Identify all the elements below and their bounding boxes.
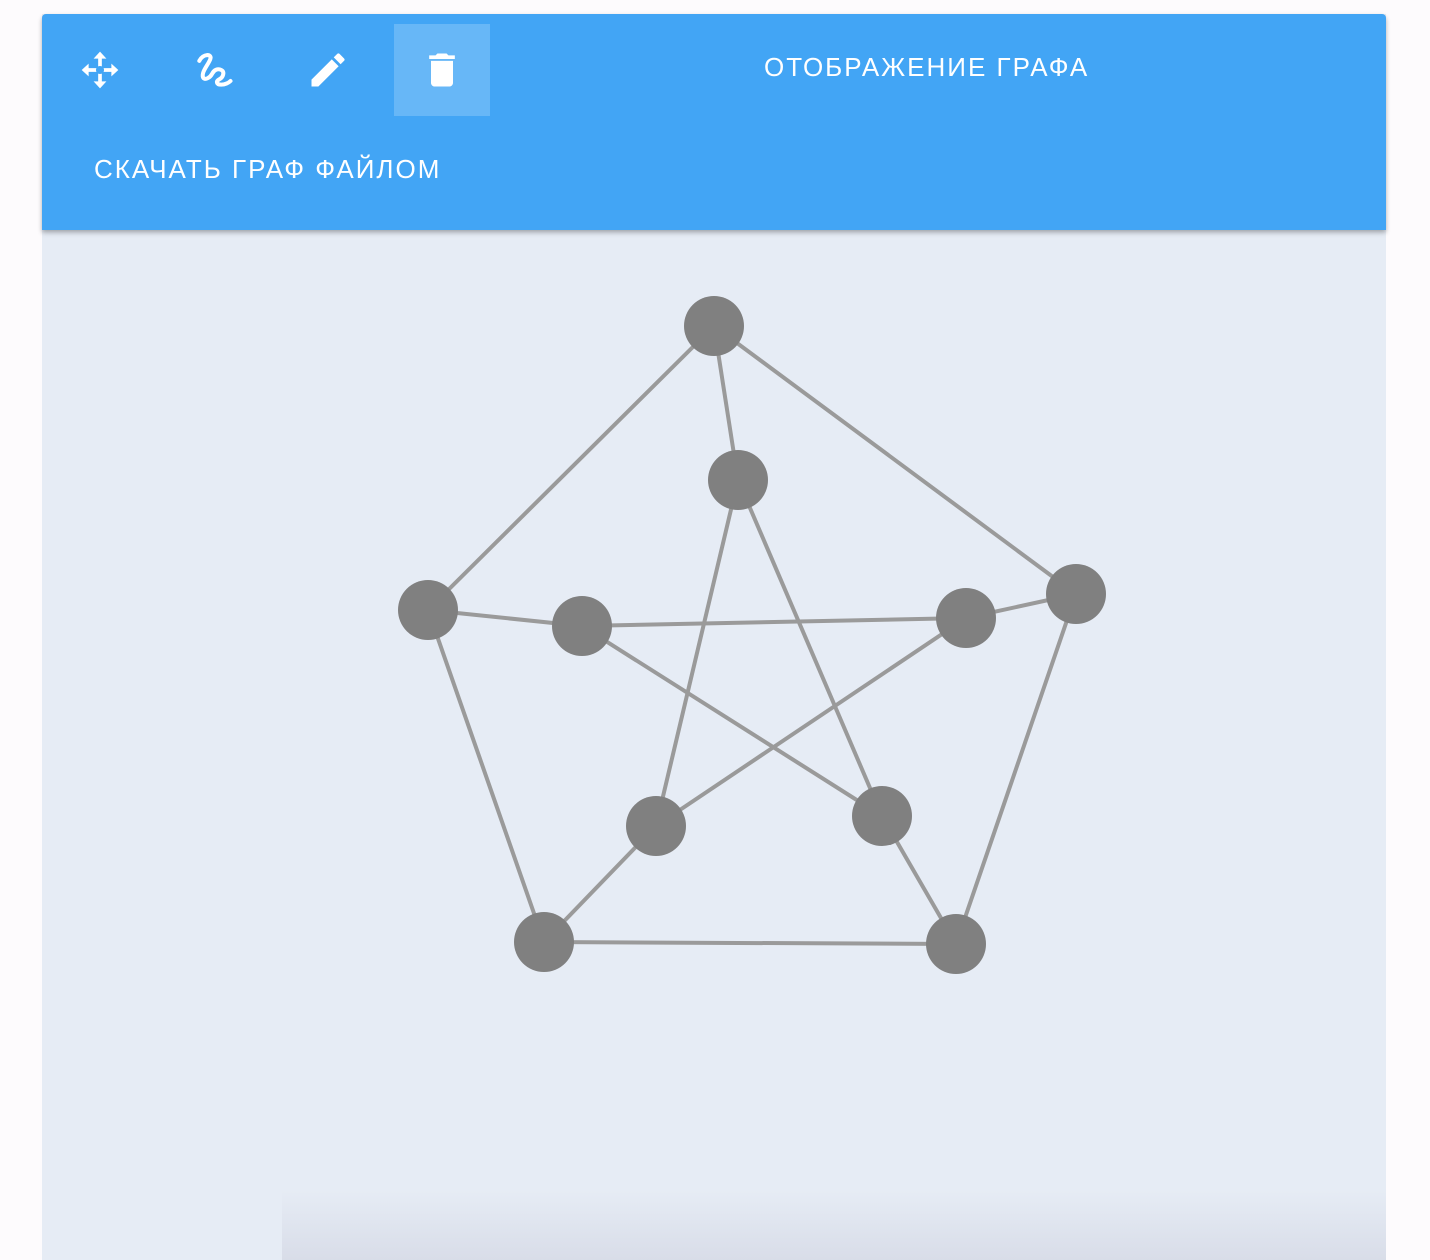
move-tool-button[interactable] bbox=[52, 24, 148, 116]
graph-edge[interactable] bbox=[654, 479, 740, 827]
move-icon bbox=[81, 51, 119, 89]
pencil-tool-button[interactable] bbox=[280, 24, 376, 116]
graph-node[interactable] bbox=[398, 580, 458, 640]
page-title: ОТОБРАЖЕНИЕ ГРАФА bbox=[764, 52, 1090, 82]
graph-edge[interactable] bbox=[426, 324, 716, 612]
trash-icon bbox=[429, 53, 455, 87]
graph-node[interactable] bbox=[708, 450, 768, 510]
graph-edge[interactable] bbox=[580, 624, 884, 818]
toolbar: ОТОБРАЖЕНИЕ ГРАФА СКАЧАТЬ ГРАФ ФАЙЛОМ bbox=[42, 14, 1386, 230]
graph-edge[interactable] bbox=[581, 616, 967, 628]
graph-edge[interactable] bbox=[736, 479, 884, 817]
bottom-shadow bbox=[282, 1190, 1386, 1260]
graph-node[interactable] bbox=[852, 786, 912, 846]
graph-edge[interactable] bbox=[426, 609, 546, 943]
draw-edge-tool-button[interactable] bbox=[166, 24, 262, 116]
graph-node[interactable] bbox=[926, 914, 986, 974]
graph-node[interactable] bbox=[684, 296, 744, 356]
draw-edge-icon bbox=[197, 53, 233, 87]
graph-node[interactable] bbox=[936, 588, 996, 648]
delete-tool-button[interactable] bbox=[394, 24, 490, 116]
graph-svg[interactable] bbox=[42, 230, 1386, 1260]
graph-card: ОТОБРАЖЕНИЕ ГРАФА СКАЧАТЬ ГРАФ ФАЙЛОМ bbox=[42, 14, 1386, 1260]
graph-canvas[interactable] bbox=[42, 230, 1386, 1260]
pencil-icon bbox=[311, 53, 345, 87]
graph-edge[interactable] bbox=[543, 940, 957, 946]
graph-node[interactable] bbox=[1046, 564, 1106, 624]
download-graph-button[interactable]: СКАЧАТЬ ГРАФ ФАЙЛОМ bbox=[80, 144, 455, 195]
graph-node[interactable] bbox=[514, 912, 574, 972]
graph-node[interactable] bbox=[626, 796, 686, 856]
graph-node[interactable] bbox=[552, 596, 612, 656]
